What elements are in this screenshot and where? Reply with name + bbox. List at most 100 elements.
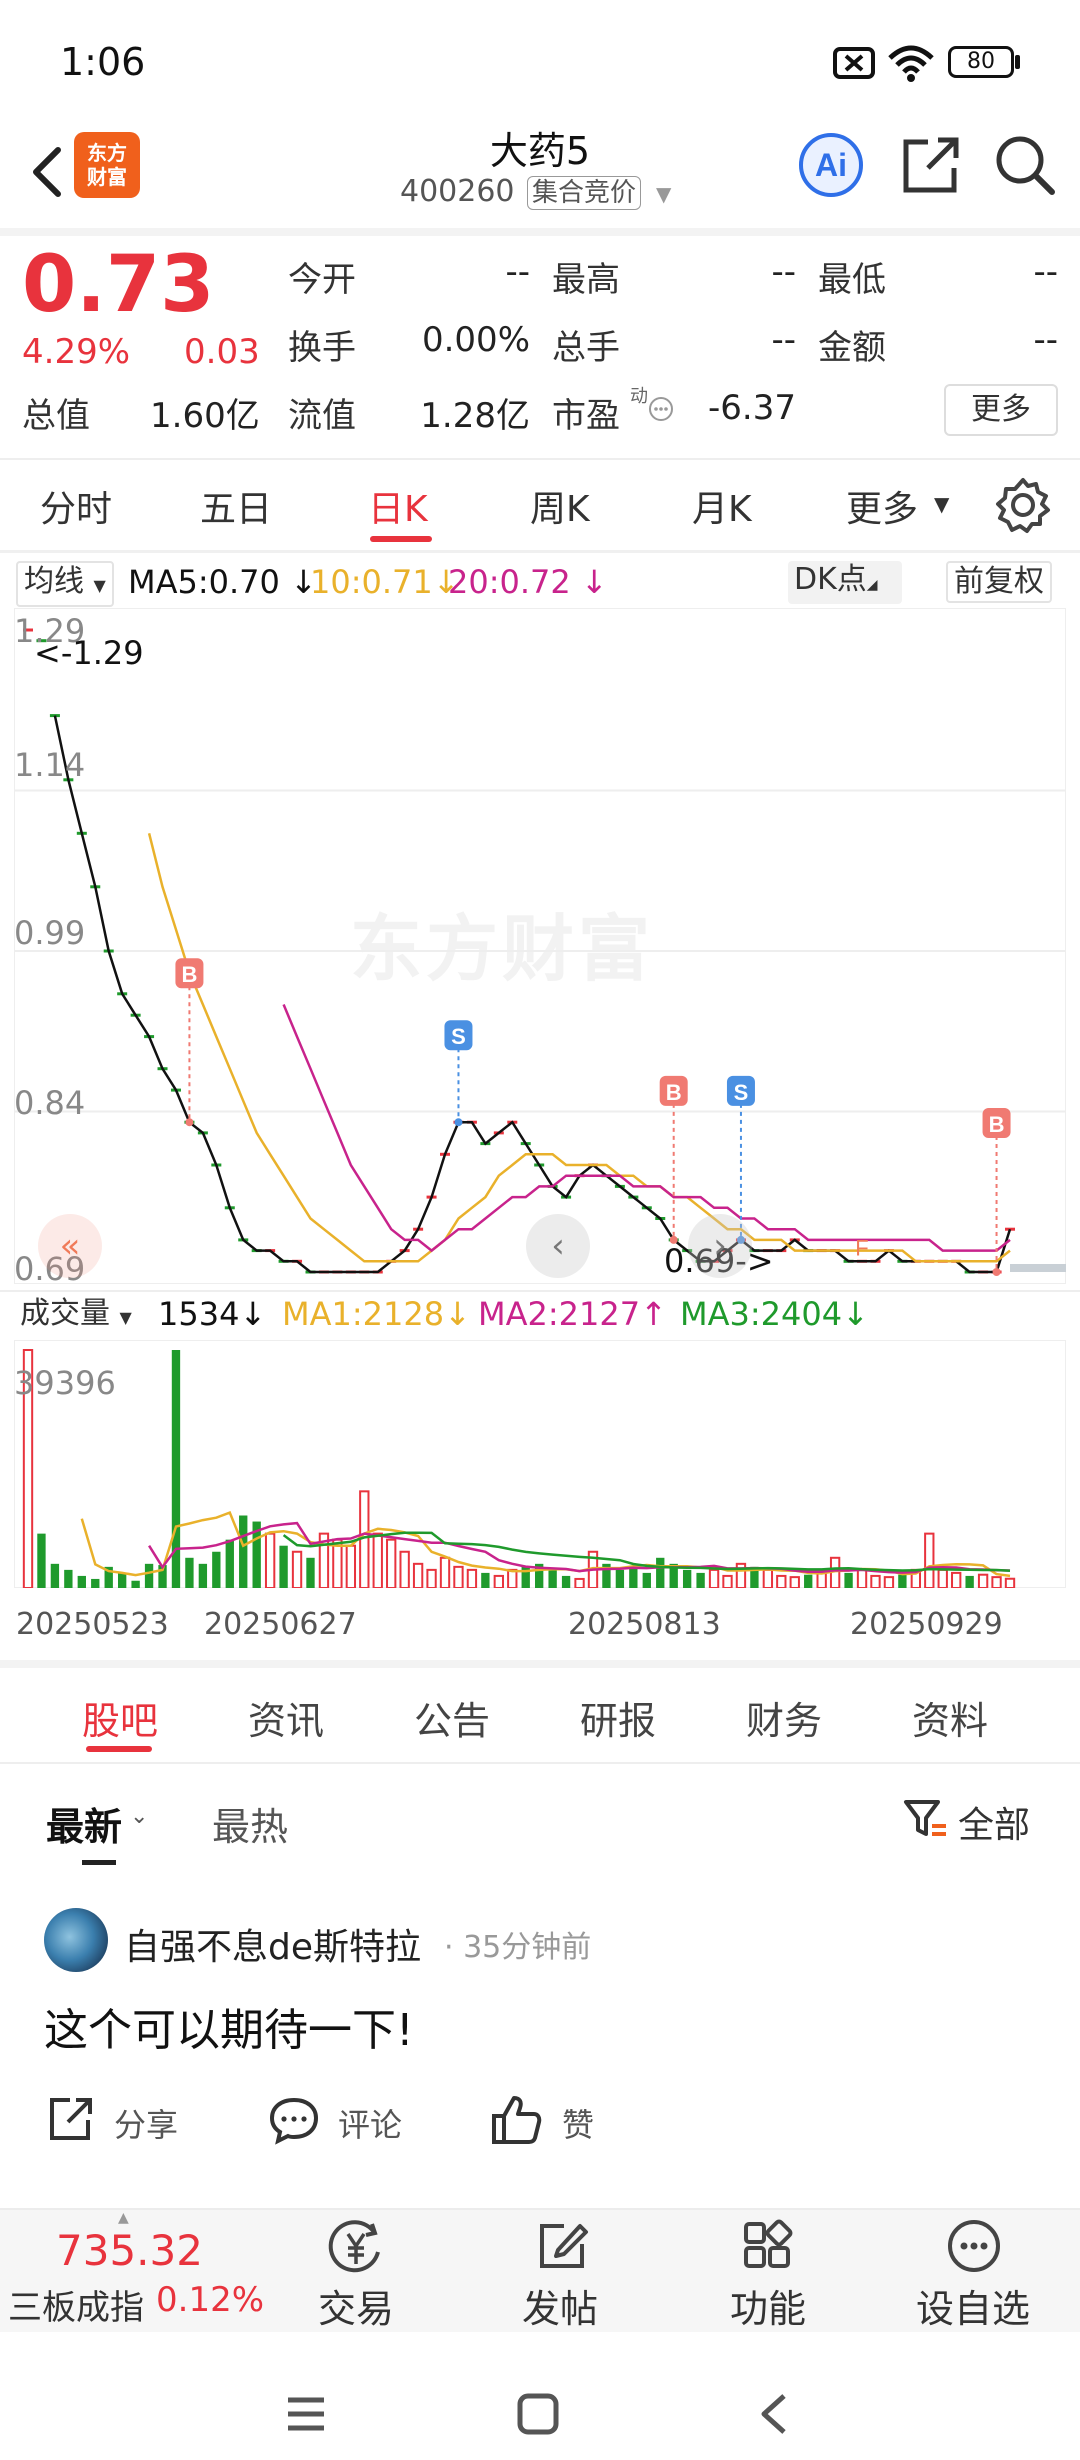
- vol-ma3-value: MA3:2404: [680, 1295, 843, 1333]
- tab-announcements[interactable]: 公告: [414, 1690, 490, 1745]
- tab-five-day[interactable]: 五日: [200, 480, 272, 532]
- comment-icon[interactable]: [268, 2094, 320, 2146]
- volume-bar-up: [372, 1532, 383, 1588]
- share-icon[interactable]: [44, 2094, 96, 2146]
- float-value: 1.28亿: [420, 396, 530, 436]
- sub-indicator-label: 成交量: [20, 1296, 110, 1331]
- battery-level: 80: [967, 49, 995, 74]
- function-grid-icon[interactable]: [740, 2218, 796, 2274]
- more-circle-icon[interactable]: [946, 2218, 1002, 2274]
- volume-bar-up: [883, 1576, 895, 1588]
- home-square-icon[interactable]: [516, 2392, 560, 2436]
- sort-latest[interactable]: 最新: [46, 1796, 122, 1851]
- caret-down-icon[interactable]: ▼: [656, 182, 671, 206]
- tab-more[interactable]: 更多: [846, 480, 918, 532]
- community-tab-indicator: [86, 1746, 152, 1752]
- nav-back-icon[interactable]: [754, 2392, 794, 2436]
- info-circle-icon[interactable]: [648, 396, 674, 422]
- post-button[interactable]: 发帖: [522, 2278, 598, 2333]
- function-button[interactable]: 功能: [730, 2278, 806, 2333]
- caret-down-icon: ▼: [119, 1308, 132, 1327]
- volume-bar-up: [776, 1574, 787, 1588]
- ai-assistant-icon[interactable]: Ai: [796, 130, 866, 200]
- trade-yen-icon[interactable]: [326, 2218, 386, 2274]
- corner-caret-icon: ◢: [866, 577, 878, 593]
- compose-icon[interactable]: [534, 2218, 590, 2274]
- volume-bar-up: [412, 1562, 424, 1588]
- volume-bar-down: [548, 1569, 557, 1588]
- volume-bar-up: [493, 1574, 504, 1588]
- kline-chart[interactable]: B B B S S F: [14, 608, 1066, 1284]
- volume-max-label: 39396: [14, 1364, 116, 1402]
- volume-bar-up: [359, 1490, 370, 1588]
- tab-weekly-k[interactable]: 周K: [530, 480, 590, 532]
- tab-forum[interactable]: 股吧: [82, 1690, 158, 1745]
- scroll-left-fast-icon[interactable]: «: [38, 1214, 102, 1278]
- tab-research[interactable]: 研报: [580, 1690, 656, 1745]
- tab-monthly-k[interactable]: 月K: [692, 480, 752, 532]
- post-time: · 35分钟前: [444, 1930, 592, 1965]
- volume-bar-up: [466, 1568, 478, 1588]
- tab-daily-k[interactable]: 日K: [368, 480, 428, 532]
- more-quote-button[interactable]: 更多: [944, 384, 1058, 436]
- low-label: 最低: [818, 260, 886, 300]
- chevron-left-icon[interactable]: ‹: [526, 1214, 590, 1278]
- post-username[interactable]: 自强不息de斯特拉: [124, 1918, 421, 1970]
- tab-profile[interactable]: 资料: [912, 1690, 988, 1745]
- auction-tag[interactable]: 集合竞价: [527, 176, 642, 210]
- like-button[interactable]: 赞: [562, 2100, 594, 2146]
- settings-gear-icon[interactable]: [994, 476, 1052, 534]
- filter-icon[interactable]: [902, 1796, 948, 1842]
- volume-bar-up: [937, 1568, 948, 1588]
- ma10-legend: 10:0.71↓: [310, 563, 460, 601]
- tab-news[interactable]: 资讯: [248, 1690, 324, 1745]
- volume-bar-up: [856, 1568, 868, 1588]
- indicator-select[interactable]: 均线 ▼: [16, 561, 114, 607]
- today-open-label: 今开: [288, 260, 356, 300]
- sort-indicator: [82, 1860, 116, 1865]
- total-value: 1.60亿: [150, 396, 260, 436]
- header-divider: [0, 228, 1080, 236]
- avatar[interactable]: [44, 1908, 108, 1972]
- collapse-caret-icon[interactable]: ▲: [118, 2210, 129, 2226]
- volume-bar-up: [507, 1568, 518, 1588]
- add-watchlist-button[interactable]: 设自选: [916, 2278, 1030, 2333]
- vol-ma1-value: MA1:2128: [282, 1295, 445, 1333]
- tab-finance[interactable]: 财务: [746, 1690, 822, 1745]
- caret-down-icon[interactable]: ▼: [934, 492, 949, 516]
- volume-bar-down: [804, 1574, 813, 1588]
- adjust-mode-button[interactable]: 前复权: [946, 561, 1052, 603]
- volume-bar-down: [212, 1551, 221, 1588]
- volume-bar-up: [426, 1568, 437, 1588]
- filter-all[interactable]: 全部: [958, 1796, 1030, 1848]
- comment-button[interactable]: 评论: [338, 2100, 402, 2146]
- menu-icon[interactable]: [284, 2394, 328, 2434]
- index-value[interactable]: 735.32: [56, 2226, 203, 2275]
- volume-bar-up: [762, 1568, 774, 1588]
- share-button[interactable]: 分享: [114, 2100, 178, 2146]
- tab-intraday[interactable]: 分时: [40, 480, 112, 532]
- index-name[interactable]: 三板成指: [8, 2280, 144, 2329]
- share-external-icon[interactable]: [898, 132, 964, 198]
- search-icon[interactable]: [992, 132, 1058, 198]
- volume-chart[interactable]: [14, 1340, 1066, 1588]
- total-hands-label: 总手: [552, 328, 620, 368]
- volume-bar-down: [965, 1575, 974, 1588]
- stock-header: 东方 财富 大药5 400260 集合竞价 ▼ Ai: [0, 120, 1080, 230]
- series-ma10-line: [147, 832, 1011, 1263]
- trade-button[interactable]: 交易: [318, 2278, 394, 2333]
- volume-bar-down: [131, 1580, 140, 1588]
- volume-bar-up: [291, 1550, 303, 1588]
- chevron-right-icon[interactable]: ›: [688, 1214, 752, 1278]
- index-change[interactable]: 0.12%: [156, 2280, 264, 2320]
- thumbs-up-icon[interactable]: [490, 2094, 544, 2146]
- dk-point-button[interactable]: DK点◢: [788, 561, 902, 604]
- status-bar: 1:06 80: [0, 0, 1080, 120]
- high-label: 最高: [552, 260, 620, 300]
- chevron-down-icon[interactable]: ⌄: [130, 1804, 148, 1829]
- sort-hot[interactable]: 最热: [212, 1796, 288, 1851]
- post-content[interactable]: 这个可以期待一下!: [44, 1994, 414, 2058]
- status-time: 1:06: [60, 40, 146, 84]
- volume-bar-down: [629, 1566, 638, 1588]
- sub-indicator-select[interactable]: 成交量 ▼: [14, 1295, 138, 1337]
